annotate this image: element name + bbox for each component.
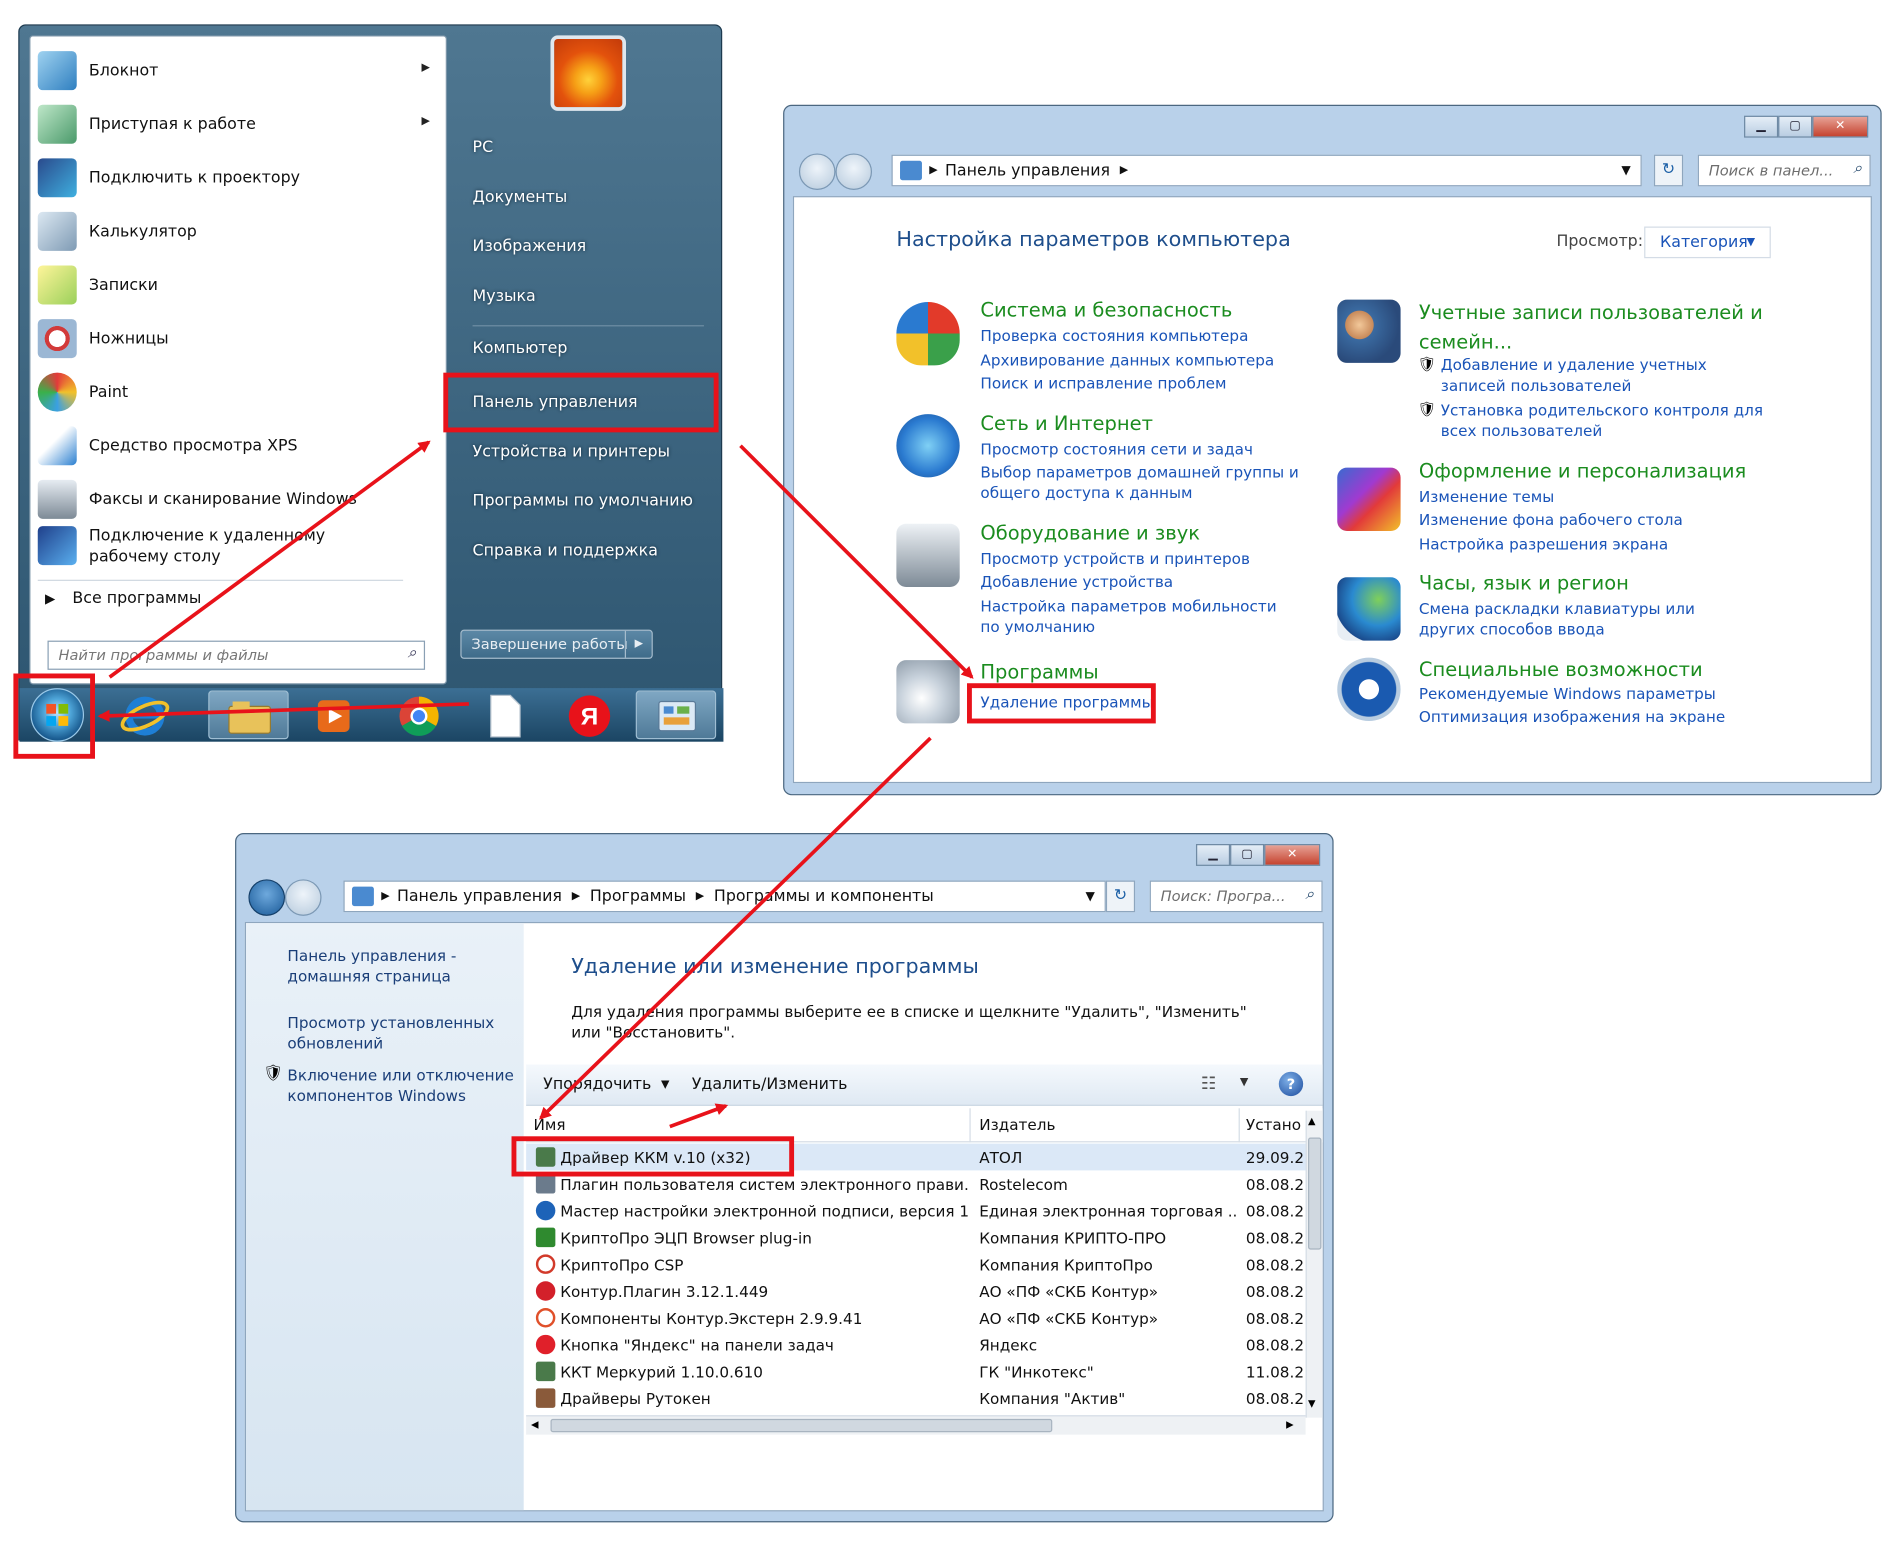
arrow-to-programs-category xyxy=(739,444,974,679)
arrow-to-start-button xyxy=(97,702,469,722)
arrow-to-uninstall-button xyxy=(669,1103,729,1129)
annotation-arrows xyxy=(97,440,974,1129)
arrow-to-driver-row xyxy=(539,736,932,1120)
arrow-start-to-control-panel xyxy=(108,440,431,679)
